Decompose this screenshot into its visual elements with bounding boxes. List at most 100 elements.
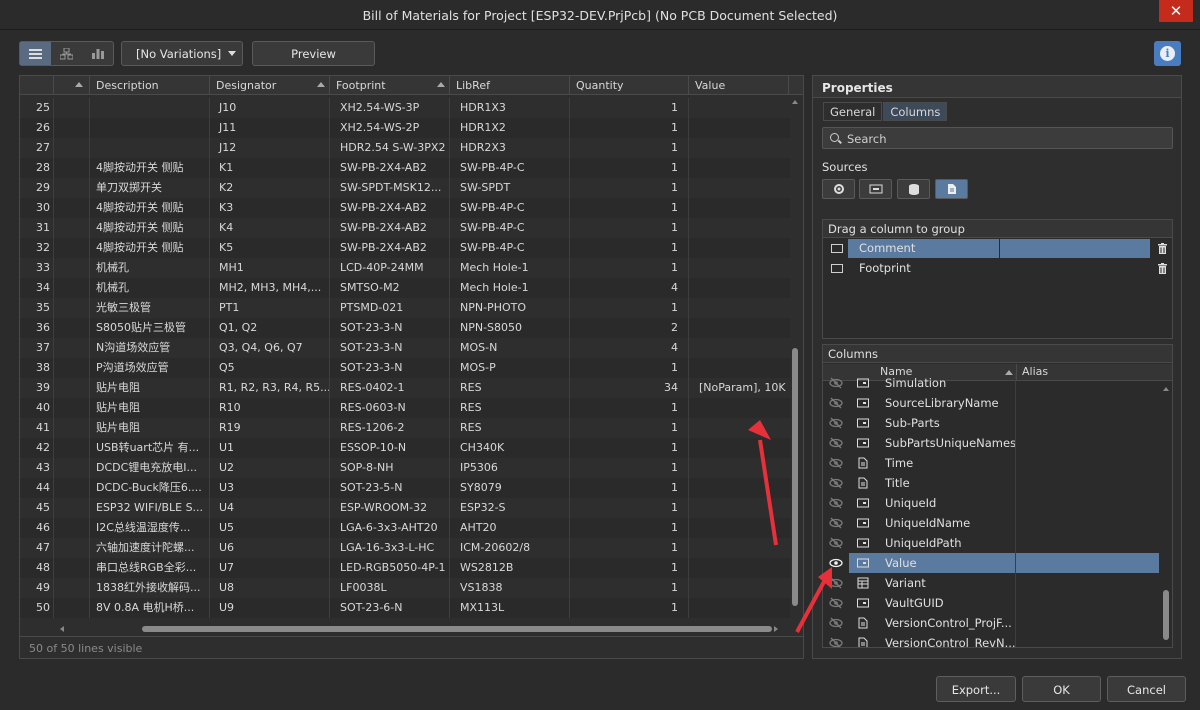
export-button[interactable]: Export... <box>936 676 1016 702</box>
eye-hidden-icon[interactable] <box>829 617 843 629</box>
column-alias[interactable] <box>1016 593 1159 613</box>
source-parameters-button[interactable] <box>822 179 855 199</box>
group-item-footprint[interactable]: Footprint <box>823 259 1172 278</box>
scroll-thumb[interactable] <box>1163 590 1169 640</box>
eye-hidden-icon[interactable] <box>829 377 843 389</box>
table-row[interactable]: 44 DCDC-Buck降压6.... U3 SOT-23-5-N SY8079 1 <box>20 478 790 498</box>
table-row[interactable]: 35 光敏三极管 PT1 PTSMD-021 NPN-PHOTO 1 <box>20 298 790 318</box>
table-row[interactable]: 26 J11 XH2.54-WS-2P HDR1X2 1 <box>20 118 790 138</box>
table-row[interactable]: 42 USB转uart芯片 有... U1 ESSOP-10-N CH340K 1 <box>20 438 790 458</box>
column-alias[interactable] <box>1016 513 1159 533</box>
source-pcb-button[interactable] <box>859 179 892 199</box>
column-row[interactable]: VaultGUID <box>823 593 1160 613</box>
column-alias[interactable] <box>1016 413 1159 433</box>
column-row[interactable]: VersionControl_RevN... <box>823 633 1160 648</box>
source-database-button[interactable] <box>897 179 930 199</box>
table-row[interactable]: 38 P沟道场效应管 Q5 SOT-23-3-N MOS-P 1 <box>20 358 790 378</box>
eye-hidden-icon[interactable] <box>829 477 843 489</box>
col-value[interactable]: Value <box>689 76 789 94</box>
table-row[interactable]: 36 S8050贴片三极管 Q1, Q2 SOT-23-3-N NPN-S8050 2 <box>20 318 790 338</box>
col-libref[interactable]: LibRef <box>450 76 570 94</box>
preview-button[interactable]: Preview <box>252 41 375 66</box>
ok-button[interactable]: OK <box>1022 676 1101 702</box>
column-row[interactable]: UniqueIdPath <box>823 533 1160 553</box>
row-number-header[interactable] <box>20 76 54 94</box>
column-alias[interactable] <box>1016 453 1159 473</box>
scroll-thumb[interactable] <box>142 626 772 632</box>
search-input[interactable]: Search <box>822 127 1173 149</box>
vertical-scrollbar[interactable] <box>790 98 800 626</box>
column-row[interactable]: Value <box>823 553 1160 573</box>
group-item-comment[interactable]: Comment <box>823 239 1172 258</box>
table-row[interactable]: 47 六轴加速度计陀螺... U6 LGA-16-3x3-L-HC ICM-20602/… <box>20 538 790 558</box>
column-row[interactable]: Simulation <box>823 373 1160 393</box>
horizontal-scrollbar[interactable] <box>58 625 780 633</box>
eye-icon[interactable] <box>829 557 843 569</box>
table-row[interactable]: 50 8V 0.8A 电机H桥... U9 SOT-23-6-N MX113L 1 <box>20 598 790 618</box>
column-alias[interactable] <box>1016 393 1159 413</box>
scroll-thumb[interactable] <box>792 348 798 606</box>
trash-icon[interactable] <box>1158 243 1167 254</box>
column-alias[interactable] <box>1016 613 1159 633</box>
table-row[interactable]: 43 DCDC锂电充放电I... U2 SOP-8-NH IP5306 1 <box>20 458 790 478</box>
eye-hidden-icon[interactable] <box>829 397 843 409</box>
col-quantity[interactable]: Quantity <box>570 76 689 94</box>
source-document-button[interactable] <box>935 179 968 199</box>
columns-scrollbar[interactable] <box>1161 385 1171 647</box>
column-alias[interactable] <box>1016 533 1159 553</box>
table-row[interactable]: 46 I2C总线温湿度传... U5 LGA-6-3x3-AHT20 AHT20 1 <box>20 518 790 538</box>
tab-general[interactable]: General <box>823 102 883 121</box>
table-row[interactable]: 34 机械孔 MH2, MH3, MH4,... SMTSO-M2 Mech Hole-… <box>20 278 790 298</box>
trash-icon[interactable] <box>1158 263 1167 274</box>
info-button[interactable]: i <box>1154 41 1181 66</box>
column-row[interactable]: VersionControl_ProjF... <box>823 613 1160 633</box>
variation-select[interactable]: [No Variations] <box>121 41 243 66</box>
flat-view-icon[interactable] <box>20 42 51 65</box>
table-row[interactable]: 32 4脚按动开关 侧贴 K5 SW-PB-2X4-AB2 SW-PB-4P-C 1 <box>20 238 790 258</box>
eye-hidden-icon[interactable] <box>829 637 843 648</box>
table-row[interactable]: 49 1838红外接收解码... U8 LF0038L VS1838 1 <box>20 578 790 598</box>
column-row[interactable]: Variant <box>823 573 1160 593</box>
column-row[interactable]: Sub-Parts <box>823 413 1160 433</box>
table-row[interactable]: 30 4脚按动开关 侧贴 K3 SW-PB-2X4-AB2 SW-PB-4P-C 1 <box>20 198 790 218</box>
column-alias[interactable] <box>1016 373 1159 393</box>
column-alias[interactable] <box>1016 633 1159 647</box>
table-row[interactable]: 41 贴片电阻 R19 RES-1206-2 RES 1 <box>20 418 790 438</box>
col-designator[interactable]: Designator <box>210 76 330 94</box>
table-row[interactable]: 48 串口总线RGB全彩... U7 LED-RGB5050-4P-1 WS2812B 1 <box>20 558 790 578</box>
close-button[interactable]: ✕ <box>1159 0 1193 22</box>
base-view-icon[interactable] <box>51 42 82 65</box>
eye-hidden-icon[interactable] <box>829 597 843 609</box>
column-row[interactable]: Title <box>823 473 1160 493</box>
column-alias[interactable] <box>1016 553 1159 573</box>
column-row[interactable]: SubPartsUniqueNames <box>823 433 1160 453</box>
column-row[interactable]: UniqueIdName <box>823 513 1160 533</box>
table-row[interactable]: 25 J10 XH2.54-WS-3P HDR1X3 1 <box>20 98 790 118</box>
eye-hidden-icon[interactable] <box>829 577 843 589</box>
eye-hidden-icon[interactable] <box>829 417 843 429</box>
table-row[interactable]: 40 贴片电阻 R10 RES-0603-N RES 1 <box>20 398 790 418</box>
eye-hidden-icon[interactable] <box>829 437 843 449</box>
eye-hidden-icon[interactable] <box>829 537 843 549</box>
eye-hidden-icon[interactable] <box>829 497 843 509</box>
eye-hidden-icon[interactable] <box>829 457 843 469</box>
sort-header[interactable] <box>54 76 90 94</box>
column-alias[interactable] <box>1016 433 1159 453</box>
eye-hidden-icon[interactable] <box>829 517 843 529</box>
table-row[interactable]: 28 4脚按动开关 侧贴 K1 SW-PB-2X4-AB2 SW-PB-4P-C 1 <box>20 158 790 178</box>
group-by-area[interactable]: Drag a column to group Comment Footprint <box>822 219 1173 339</box>
col-description[interactable]: Description <box>90 76 210 94</box>
col-footprint[interactable]: Footprint <box>330 76 450 94</box>
column-alias[interactable] <box>1016 493 1159 513</box>
table-row[interactable]: 45 ESP32 WIFI/BLE S... U4 ESP-WROOM-32 ESP32… <box>20 498 790 518</box>
cancel-button[interactable]: Cancel <box>1107 676 1186 702</box>
table-row[interactable]: 29 单刀双掷开关 K2 SW-SPDT-MSK12... SW-SPDT 1 <box>20 178 790 198</box>
table-row[interactable]: 39 贴片电阻 R1, R2, R3, R4, R5... RES-0402-1 RES… <box>20 378 790 398</box>
tab-columns[interactable]: Columns <box>883 102 948 121</box>
chart-view-icon[interactable] <box>82 42 113 65</box>
column-row[interactable]: UniqueId <box>823 493 1160 513</box>
table-row[interactable]: 37 N沟道场效应管 Q3, Q4, Q6, Q7 SOT-23-3-N MOS-N 4 <box>20 338 790 358</box>
table-row[interactable]: 33 机械孔 MH1 LCD-40P-24MM Mech Hole-1 1 <box>20 258 790 278</box>
table-row[interactable]: 27 J12 HDR2.54 S-W-3PX2 HDR2X3 1 <box>20 138 790 158</box>
column-alias[interactable] <box>1016 473 1159 493</box>
